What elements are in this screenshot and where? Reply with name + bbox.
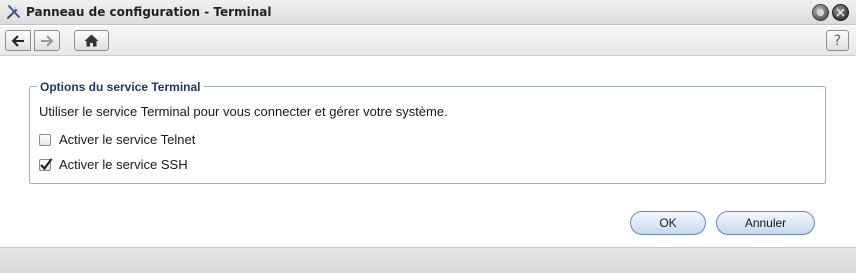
- toolbar: ?: [0, 26, 856, 56]
- footer-bar: [0, 247, 856, 273]
- telnet-label: Activer le service Telnet: [59, 132, 196, 147]
- forward-button[interactable]: [34, 30, 60, 51]
- group-description: Utiliser le service Terminal pour vous c…: [39, 104, 448, 119]
- home-icon: [84, 34, 99, 47]
- group-legend: Options du service Terminal: [37, 80, 204, 94]
- help-button[interactable]: ?: [826, 30, 849, 51]
- arrow-right-icon: [41, 34, 54, 47]
- ssh-checkbox[interactable]: [39, 157, 53, 171]
- telnet-checkbox[interactable]: [39, 133, 51, 146]
- home-button[interactable]: [74, 30, 109, 51]
- checkmark-icon: [40, 157, 53, 170]
- telnet-option[interactable]: Activer le service Telnet: [39, 132, 195, 147]
- ssh-option[interactable]: Activer le service SSH: [39, 157, 188, 172]
- arrow-left-icon: [11, 34, 24, 47]
- title-bar: Panneau de configuration - Terminal: [0, 0, 856, 25]
- ssh-label: Activer le service SSH: [59, 157, 188, 172]
- cancel-button[interactable]: Annuler: [716, 211, 815, 235]
- minimize-icon[interactable]: [812, 4, 829, 21]
- main-panel: Options du service Terminal Utiliser le …: [0, 57, 856, 247]
- close-icon[interactable]: [832, 4, 849, 21]
- window-title: Panneau de configuration - Terminal: [26, 5, 272, 19]
- ok-button[interactable]: OK: [630, 211, 706, 235]
- tools-icon: [5, 3, 23, 21]
- back-button[interactable]: [5, 30, 31, 51]
